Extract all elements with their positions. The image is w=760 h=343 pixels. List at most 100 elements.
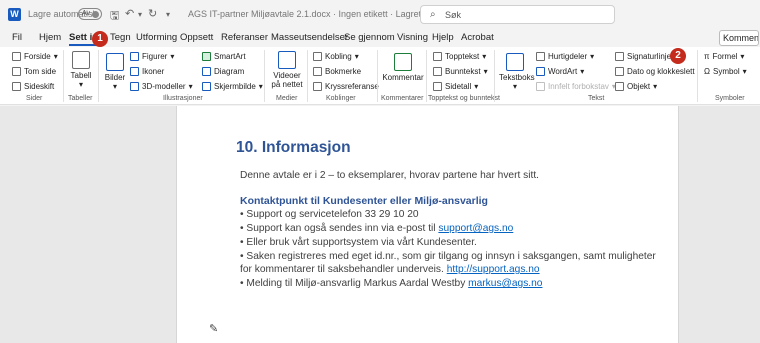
undo-icon[interactable]: ↶ — [125, 7, 134, 20]
blank-page-icon — [12, 67, 21, 76]
search-input[interactable]: ⌕ Søk — [420, 5, 615, 24]
tab-masseutsendelser[interactable]: Masseutsendelser — [271, 32, 348, 43]
header-icon — [433, 52, 442, 61]
pi-icon: π — [704, 52, 710, 61]
intro-paragraph: Denne avtale er i 2 – to eksemplarer, hv… — [240, 170, 539, 181]
footer-button[interactable]: Bunntekst ▾ — [433, 67, 488, 76]
tab-oppsett[interactable]: Oppsett — [180, 32, 213, 43]
3d-model-icon — [130, 82, 139, 91]
quick-parts-icon — [536, 52, 545, 61]
text-box-button[interactable]: Tekstboks ▾ — [499, 53, 535, 91]
signature-line-icon — [615, 52, 624, 61]
tab-fil[interactable]: Fil — [12, 32, 22, 43]
blank-page-button[interactable]: Tom side — [12, 67, 56, 76]
divider — [494, 50, 495, 102]
list-item: • Saken registreres med eget id.nr., som… — [240, 251, 656, 262]
ribbon-tabs: Fil Hjem Sett inn Tegn Utforming Oppsett… — [0, 30, 760, 48]
page-break-button[interactable]: Sideskift — [12, 82, 54, 91]
cross-reference-button[interactable]: Kryssreferanse — [313, 82, 379, 91]
bookmark-icon — [313, 67, 322, 76]
tab-hjem[interactable]: Hjem — [39, 32, 61, 43]
ribbon-insert: Forside ▾ Tom side Sideskift Sider Tabell… — [0, 47, 760, 105]
divider — [697, 50, 698, 102]
list-item: for kommentarer til saksbehandler underv… — [240, 264, 540, 275]
signature-line-button[interactable]: Signaturlinje — [615, 52, 671, 61]
divider — [307, 50, 308, 102]
equation-button[interactable]: π Formel ▾ — [704, 52, 744, 61]
step-badge-2: 2 — [670, 48, 686, 64]
footer-icon — [433, 67, 442, 76]
page-number-button[interactable]: Sidetall ▾ — [433, 82, 478, 91]
list-item: • Support og servicetelefon 33 29 10 20 — [240, 209, 419, 220]
3d-models-button[interactable]: 3D-modeller ▾ — [130, 82, 193, 91]
date-time-button[interactable]: Dato og klokkeslett — [615, 67, 695, 76]
object-button[interactable]: Objekt ▾ — [615, 82, 657, 91]
new-comment-button[interactable]: Kommentar — [382, 53, 424, 82]
tab-hjelp[interactable]: Hjelp — [432, 32, 454, 43]
icons-button[interactable]: Ikoner — [130, 67, 164, 76]
smartart-button[interactable]: SmartArt — [202, 52, 246, 61]
section-heading: 10. Informasjon — [236, 139, 351, 156]
drop-cap-icon — [536, 82, 545, 91]
bookmark-button[interactable]: Bokmerke — [313, 67, 361, 76]
symbol-button[interactable]: Ω Symbol ▾ — [704, 67, 747, 76]
pen-cursor-icon: ✎ — [209, 323, 219, 335]
page-number-icon — [433, 82, 442, 91]
tab-se-gjennom[interactable]: Se gjennom — [344, 32, 395, 43]
pictures-button[interactable]: Bilder ▾ — [103, 53, 127, 91]
table-button[interactable]: Tabell ▾ — [69, 51, 93, 89]
divider — [377, 50, 378, 102]
shapes-icon — [130, 52, 139, 61]
document-title[interactable]: AGS IT-partner Miljøavtale 2.1.docx · In… — [188, 9, 421, 19]
cover-page-button[interactable]: Forside ▾ — [12, 52, 58, 61]
quick-parts-button[interactable]: Hurtigdeler ▾ — [536, 52, 594, 61]
undo-dropdown-icon[interactable]: ▾ — [138, 10, 142, 19]
tab-acrobat[interactable]: Acrobat — [461, 32, 494, 43]
divider — [98, 50, 99, 102]
divider — [264, 50, 265, 102]
screenshot-icon — [202, 82, 211, 91]
customize-toolbar-icon[interactable]: ▾ — [166, 10, 170, 19]
wordart-icon — [536, 67, 545, 76]
word-logo-icon: W — [8, 8, 21, 21]
save-icon[interactable]: 🖫 — [110, 7, 119, 26]
divider — [426, 50, 427, 102]
cover-page-icon — [12, 52, 21, 61]
wordart-button[interactable]: WordArt ▾ — [536, 67, 584, 76]
redo-icon[interactable]: ↻ — [148, 7, 157, 20]
list-item: • Eller bruk vårt supportsystem via vårt… — [240, 237, 477, 248]
link-button[interactable]: Kobling ▾ — [313, 52, 359, 61]
header-button[interactable]: Topptekst ▾ — [433, 52, 486, 61]
screenshot-button[interactable]: Skjermbilde ▾ — [202, 82, 263, 91]
page-break-icon — [12, 82, 21, 91]
chart-button[interactable]: Diagram — [202, 67, 244, 76]
date-time-icon — [615, 67, 624, 76]
online-video-button[interactable]: Videoer på nettet — [270, 51, 304, 89]
group-label-medier: Medier — [276, 95, 298, 102]
link-icon — [313, 52, 322, 61]
subheading: Kontaktpunkt til Kundesenter eller Miljø… — [240, 195, 488, 207]
autosave-toggle[interactable]: Av — [78, 8, 102, 20]
comment-icon — [394, 53, 412, 71]
omega-icon: Ω — [704, 67, 710, 76]
support-email-link[interactable]: support@ags.no — [438, 223, 513, 234]
text-box-icon — [506, 53, 524, 71]
support-site-link[interactable]: http://support.ags.no — [447, 264, 540, 275]
search-icon: ⌕ — [430, 9, 436, 20]
picture-icon — [106, 53, 124, 71]
divider — [63, 50, 64, 102]
comments-button[interactable]: Kommentarer — [719, 30, 759, 46]
contact-email-link[interactable]: markus@ags.no — [468, 278, 542, 289]
group-label-topptekst: Topptekst og bunntekst — [428, 95, 500, 102]
document-canvas: 10. Informasjon Denne avtale er i 2 – to… — [0, 106, 760, 343]
tab-utforming[interactable]: Utforming — [136, 32, 177, 43]
document-page[interactable]: 10. Informasjon Denne avtale er i 2 – to… — [176, 106, 679, 343]
tab-tegn[interactable]: Tegn — [110, 32, 131, 43]
tab-visning[interactable]: Visning — [397, 32, 428, 43]
shapes-button[interactable]: Figurer ▾ — [130, 52, 174, 61]
drop-cap-button[interactable]: Innfelt forbokstav ▾ — [536, 82, 616, 91]
tab-referanser[interactable]: Referanser — [221, 32, 268, 43]
group-label-tabeller: Tabeller — [68, 95, 93, 102]
list-item: • Melding til Miljø-ansvarlig Markus Aar… — [240, 278, 543, 289]
search-placeholder: Søk — [445, 10, 462, 20]
